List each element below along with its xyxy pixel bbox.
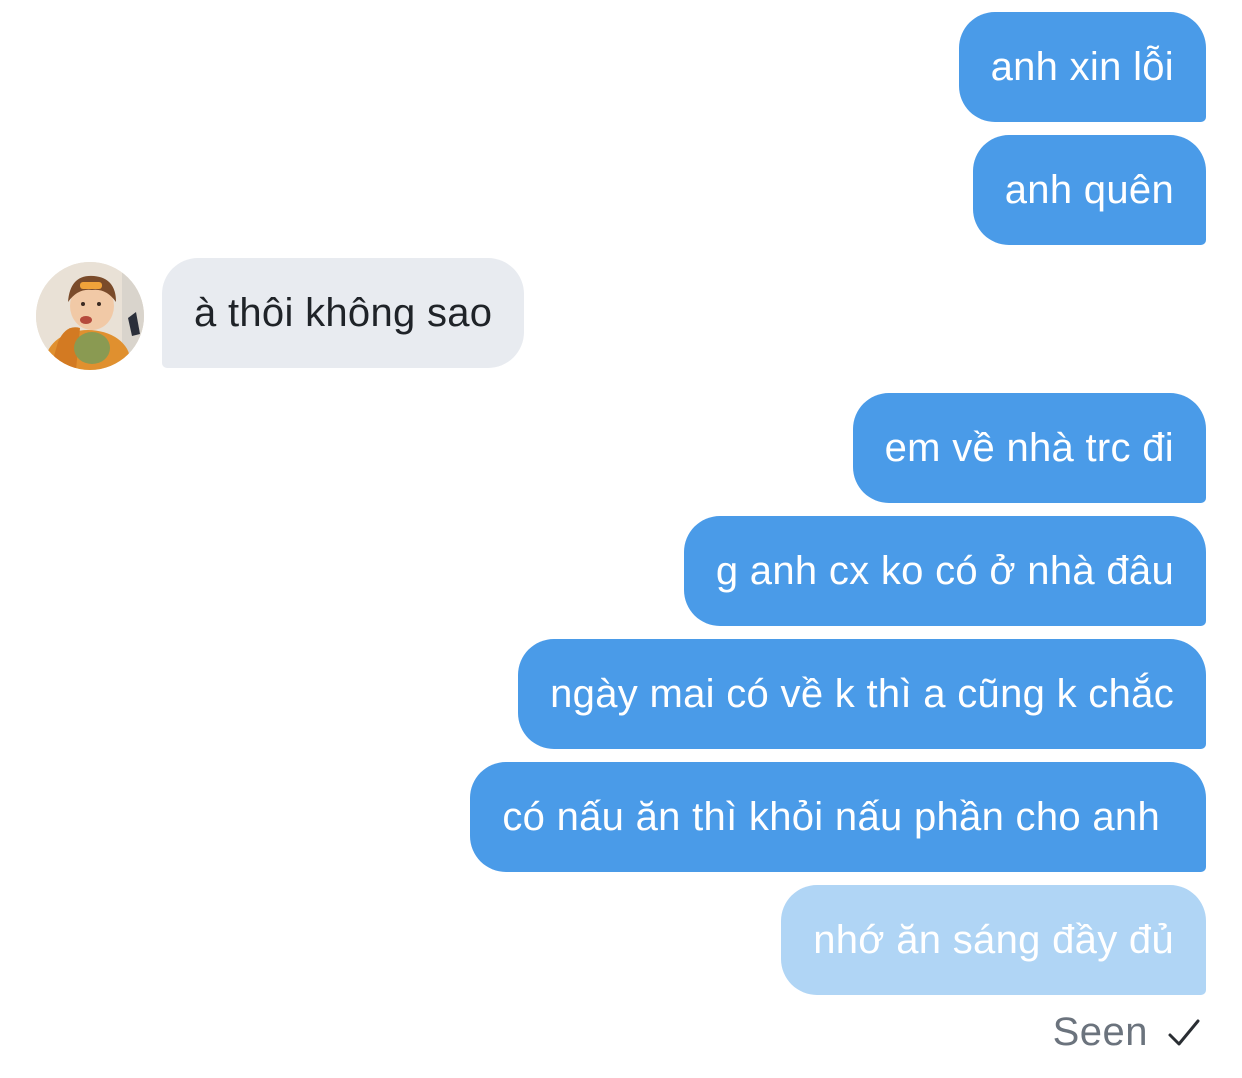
outgoing-message-pending[interactable]: nhớ ăn sáng đầy đủ (781, 885, 1206, 995)
read-receipt: Seen (1053, 1010, 1202, 1055)
message-text: à thôi không sao (194, 291, 493, 335)
avatar-photo (36, 262, 144, 370)
seen-label: Seen (1052, 1010, 1148, 1054)
message-text: anh quên (1004, 168, 1174, 212)
outgoing-message[interactable]: g anh cx ko có ở nhà đâu (683, 516, 1206, 626)
message-text: nhớ ăn sáng đầy đủ (813, 918, 1174, 962)
message-text: anh xin lỗi (990, 45, 1174, 89)
message-text: ngày mai có về k thì a cũng k chắc (550, 672, 1174, 716)
outgoing-message[interactable]: anh quên (972, 135, 1206, 245)
outgoing-message[interactable]: anh xin lỗi (958, 12, 1206, 122)
message-text: g anh cx ko có ở nhà đâu (715, 549, 1174, 593)
contact-avatar[interactable] (36, 262, 144, 370)
message-text: có nấu ăn thì khỏi nấu phần cho anh (502, 795, 1160, 839)
outgoing-message[interactable]: em về nhà trc đi (852, 393, 1206, 503)
incoming-message[interactable]: à thôi không sao (162, 258, 525, 368)
outgoing-message[interactable]: ngày mai có về k thì a cũng k chắc (518, 639, 1206, 749)
message-text: em về nhà trc đi (884, 426, 1174, 470)
outgoing-message[interactable]: có nấu ăn thì khỏi nấu phần cho anh (470, 762, 1206, 872)
conversation-thread: anh xin lỗi anh quên à thôi không sao em… (0, 0, 1242, 1078)
checkmark-icon (1166, 1015, 1202, 1051)
